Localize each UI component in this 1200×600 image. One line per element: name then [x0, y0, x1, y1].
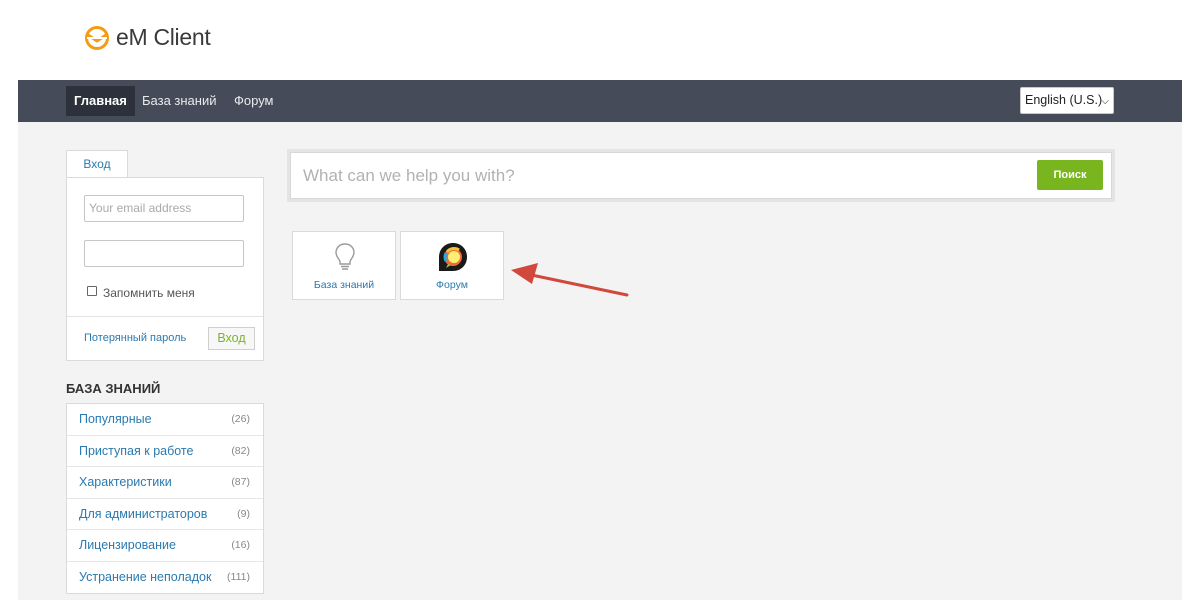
forum-chat-icon [439, 243, 467, 271]
kb-category-troubleshooting[interactable]: Устранение неполадок (111) [67, 562, 263, 594]
kb-category-getting-started[interactable]: Приступая к работе (82) [67, 436, 263, 467]
kb-category-label[interactable]: Устранение неполадок [79, 570, 211, 584]
password-field[interactable] [84, 240, 244, 267]
kb-category-admins[interactable]: Для администраторов (9) [67, 499, 263, 530]
nav-item-home[interactable]: Главная [66, 86, 135, 116]
language-value: English (U.S.) [1025, 93, 1103, 107]
kb-category-label[interactable]: Для администраторов [79, 507, 207, 521]
tile-label: Форум [436, 279, 468, 291]
email-field[interactable]: Your email address [84, 195, 244, 222]
search-button[interactable]: Поиск [1037, 160, 1103, 190]
remember-me[interactable]: Запомнить меня [87, 286, 195, 300]
kb-category-count: (16) [231, 539, 250, 551]
chevron-down-icon: ⌵ [1101, 96, 1109, 107]
login-footer: Потерянный пароль Вход [67, 316, 263, 361]
kb-category-label[interactable]: Лицензирование [79, 538, 176, 552]
lightbulb-icon [335, 243, 355, 270]
remember-checkbox[interactable] [87, 286, 97, 296]
header: eM Client [0, 0, 1200, 80]
kb-category-count: (82) [231, 444, 250, 457]
kb-category-count: (111) [227, 570, 250, 583]
remember-label: Запомнить меня [103, 286, 195, 300]
kb-category-label[interactable]: Приступая к работе [79, 444, 193, 458]
kb-category-features[interactable]: Характеристики (87) [67, 467, 263, 499]
tile-knowledge-base[interactable]: База знаний [292, 231, 396, 300]
kb-category-label[interactable]: Популярные [79, 412, 152, 426]
kb-category-count: (87) [231, 476, 250, 488]
em-client-logo-icon [85, 25, 109, 50]
knowledge-base-heading: БАЗА ЗНАНИЙ [66, 381, 161, 396]
tile-label: База знаний [313, 279, 375, 291]
kb-category-count: (9) [237, 507, 250, 520]
knowledge-base-list: Популярные (26) Приступая к работе (82) … [66, 403, 264, 594]
kb-category-popular[interactable]: Популярные (26) [67, 404, 263, 436]
annotation-arrow-icon [511, 263, 629, 297]
login-tab[interactable]: Вход [66, 150, 128, 178]
main-content: Вход Your email address Запомнить меня П… [18, 122, 1182, 600]
lost-password-link[interactable]: Потерянный пароль [84, 332, 186, 344]
nav-item-knowledge-base[interactable]: База знаний [134, 86, 225, 116]
nav-item-forum[interactable]: Форум [226, 86, 282, 116]
search-input[interactable]: What can we help you with? [303, 166, 515, 186]
login-panel: Your email address Запомнить меня Потеря… [66, 177, 264, 361]
brand-logo[interactable]: eM Client [84, 24, 211, 51]
kb-category-label[interactable]: Характеристики [79, 475, 172, 489]
kb-category-licensing[interactable]: Лицензирование (16) [67, 530, 263, 562]
search-bar: What can we help you with? Поиск [290, 152, 1112, 199]
login-button[interactable]: Вход [208, 327, 255, 350]
kb-category-count: (26) [231, 413, 250, 425]
tile-forum[interactable]: Форум [400, 231, 504, 300]
language-select[interactable]: English (U.S.) ⌵ [1020, 87, 1114, 114]
brand-name: eM Client [116, 24, 211, 50]
main-nav: Главная База знаний Форум English (U.S.)… [18, 80, 1182, 122]
